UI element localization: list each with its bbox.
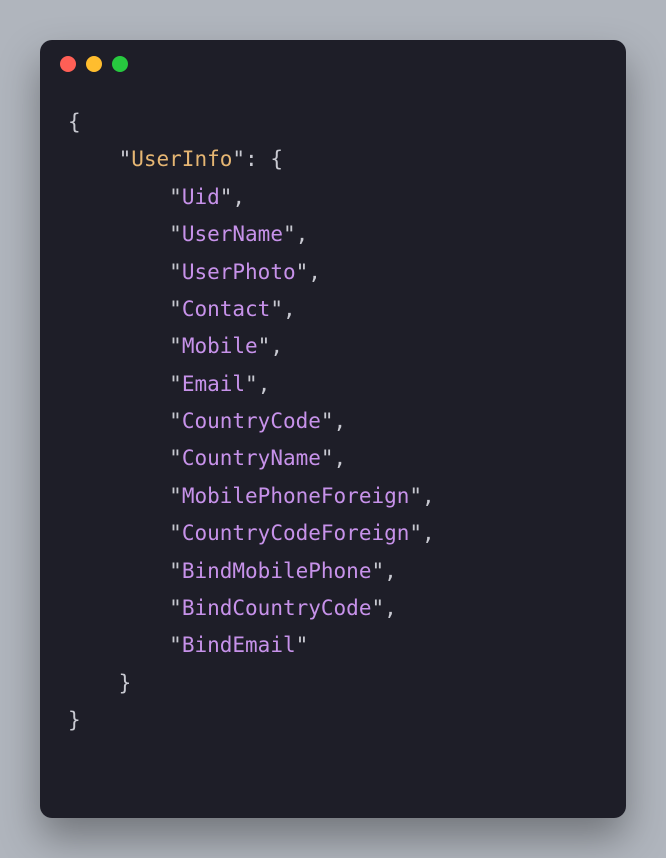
zoom-icon[interactable] <box>112 56 128 72</box>
code-window: { "UserInfo": { "Uid", "UserName", "User… <box>40 40 626 818</box>
code-block: { "UserInfo": { "Uid", "UserName", "User… <box>40 88 626 818</box>
close-icon[interactable] <box>60 56 76 72</box>
minimize-icon[interactable] <box>86 56 102 72</box>
titlebar <box>40 40 626 88</box>
